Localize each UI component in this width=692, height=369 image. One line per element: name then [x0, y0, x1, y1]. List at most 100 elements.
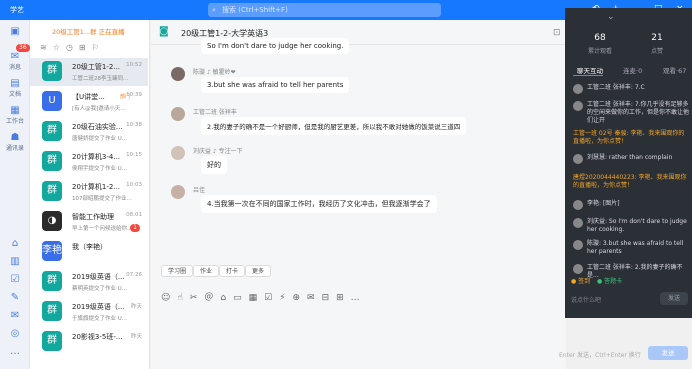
search-placeholder: 搜索 (Ctrl+Shift+F) — [222, 6, 288, 14]
action-label: 答题卡 — [604, 278, 623, 285]
live-message-text: 李艳: [图片] — [587, 200, 620, 207]
conversation-avatar: 群 — [42, 151, 62, 171]
rail-label: 消息 — [8, 64, 21, 71]
conversation-item[interactable]: 群 20计算机3-4... 侯翔宇提交了作业 U... 10:15 — [30, 148, 148, 176]
conversation-time: 昨天 — [130, 304, 142, 310]
live-message-text: 刘慧慧: rather than complain — [587, 154, 673, 161]
left-rail: ▣ 36 ✉ 消息 ▤ 文档 ▦ 工作台 ☗ 通讯录 ⌂ ▥ ☑ ✎ ✉ ◎ … — [0, 20, 30, 369]
rail-more[interactable]: … — [0, 346, 30, 357]
avatar[interactable] — [171, 146, 185, 160]
sender-name: 陈璇 ♪ 敏霍岭❤ — [193, 69, 236, 76]
rail-label: 工作台 — [5, 118, 24, 125]
conversation-avatar: 群 — [42, 331, 62, 351]
conversation-preview: 侯翔宇提交了作业 U... — [72, 166, 128, 172]
expand-icon[interactable]: ⌄ — [607, 12, 615, 22]
rail-pin[interactable]: ✎ — [0, 292, 30, 303]
send-button[interactable]: 发送 — [648, 346, 688, 360]
conversation-item[interactable]: 李艳 我（李艳） — [30, 238, 148, 266]
quiz-action[interactable]: ● 答题卡 — [597, 276, 622, 285]
conversation-time: 10:15 — [126, 152, 142, 158]
conversation-preview: [有人@我]邀请小天... — [72, 106, 126, 112]
conversation-name: 2019级英语（... — [72, 273, 125, 281]
conversation-name: 20级石油实验... — [72, 123, 123, 131]
message-bubble: 3.but she was afraid to tell her parents — [201, 77, 350, 93]
quick-action-homework[interactable]: 作业 — [193, 265, 220, 277]
avatar[interactable] — [573, 264, 583, 274]
rail-tasks[interactable]: ☑ — [0, 274, 30, 285]
live-message-text: 陈璇: 3.but she was afraid to tell her par… — [587, 240, 684, 255]
rail-apps[interactable]: ◎ — [0, 328, 30, 339]
sender-name: 工管二班 张祥丰 — [193, 109, 237, 116]
conversation-item[interactable]: 群 2019级英语（... 蔡明英提交了作业 U... 07:26 — [30, 268, 148, 296]
more-icon: … — [10, 346, 20, 357]
tab-mic[interactable]: 连麦·0 — [623, 65, 642, 75]
user-avatar[interactable]: ▣ — [0, 26, 30, 37]
tab-viewers[interactable]: 观看·67 — [663, 65, 686, 75]
live-message-text: 工管一班 02号 秦骏: 李艳、我来围观你的直播啦，为你点赞！ — [573, 130, 685, 145]
conversation-item[interactable]: U 【U讲堂... [有人@我]邀请小天... 10:39 部门 — [30, 88, 148, 116]
conversation-name: 20影视3-5班-... — [72, 333, 123, 341]
conversation-item[interactable]: 群 20影视3-5班-... 昨天 — [30, 328, 148, 356]
rail-mail[interactable]: ✉ — [0, 310, 30, 321]
grid-icon: ▦ — [10, 105, 20, 116]
conversation-avatar: 群 — [42, 61, 62, 81]
sender-name: 刘庆益 ♪ 专注一下 — [193, 148, 243, 155]
unread-badge: 1 — [130, 224, 140, 232]
rail-contacts[interactable]: ☗ 通讯录 — [0, 132, 30, 152]
chat-info-icon[interactable]: ⊡ — [553, 28, 561, 38]
avatar[interactable] — [171, 107, 185, 121]
avatar[interactable] — [573, 84, 583, 94]
conversation-list: 20级工管1...群 正在直播 ≋☆◷⊞⚐ 群 20级工管1-2... 工管二班28… — [30, 20, 150, 369]
avatar[interactable] — [573, 200, 583, 210]
conversation-preview: 唐健娇提交了作业 U... — [72, 136, 128, 142]
avatar[interactable] — [573, 154, 583, 164]
live-ticker[interactable]: 20级工管1...群 正在直播 — [30, 25, 150, 39]
live-chat-input[interactable]: 说点什么吧 — [571, 295, 601, 304]
message-bubble: 4.当我第一次在不同的国家工作时，我经历了文化冲击，但我逐渐学会了 — [201, 195, 437, 213]
conversation-time: 08:01 — [126, 212, 142, 218]
tab-chat[interactable]: 聊天互动 — [577, 65, 603, 75]
message-bubble: So I'm don't dare to judge her cooking. — [201, 38, 350, 54]
rail-docs[interactable]: ▤ 文档 — [0, 78, 30, 98]
search-icon: ⌕ — [212, 6, 216, 14]
avatar[interactable] — [573, 218, 583, 228]
rail-calendar[interactable]: ▥ — [0, 256, 30, 267]
signin-action[interactable]: ● 签到 — [571, 276, 590, 285]
quick-action-checkin[interactable]: 打卡 — [219, 265, 246, 277]
conversation-avatar: 李艳 — [42, 241, 62, 261]
stat-label: 累计观看 — [587, 48, 612, 55]
live-panel: ⌄ 68 累计观看 21 点赞 聊天互动 连麦·0 观看·67 工管二班 张祥丰: … — [565, 8, 692, 318]
avatar[interactable] — [171, 67, 185, 81]
avatar[interactable] — [171, 185, 185, 199]
conversation-avatar: U — [42, 91, 62, 111]
conversation-item[interactable]: ◑ 智能工作助理 早上第一个问候送给你... 08:01 1 — [30, 208, 148, 236]
conversation-avatar: 群 — [42, 181, 62, 201]
mail-icon: ✉ — [10, 310, 20, 321]
search-input[interactable]: ⌕ 搜索 (Ctrl+Shift+F) — [208, 3, 441, 17]
conversation-avatar: ◑ — [42, 211, 62, 231]
send-hint: Enter 发送，Ctrl+Enter 换行 — [559, 352, 641, 359]
input-toolbar[interactable]: ☺☝✂＠⌂▭▦☑⚡⊕✉⊟⊞… — [161, 290, 441, 303]
avatar[interactable] — [573, 101, 583, 111]
stat-likes: 21 点赞 — [627, 33, 687, 55]
quick-action-more[interactable]: 更多 — [245, 265, 272, 277]
live-send-button[interactable]: 发送 — [660, 292, 688, 305]
conversation-item[interactable]: 群 20级石油实验... 唐健娇提交了作业 U... 10:38 — [30, 118, 148, 146]
conversation-item[interactable]: 群 2019级英语（... 于旗旗提交了作业 U... 昨天 — [30, 298, 148, 326]
avatar[interactable] — [573, 240, 583, 250]
quick-action-study[interactable]: 学习圈 — [161, 265, 194, 277]
message-bubble: 2.我的妻子的确不是一个好厨师，但是我的厨艺更差，所以我不敢对她做的饭菜说三道四 — [201, 117, 467, 135]
conversation-name: 我（李艳） — [72, 243, 107, 251]
rail-home[interactable]: ⌂ — [0, 238, 30, 249]
filter-icons[interactable]: ≋☆◷⊞⚐ — [40, 43, 105, 52]
apps-icon: ◎ — [10, 328, 20, 339]
conversation-item[interactable]: 群 20级工管1-2... 工管二班28李玉臻同... 10:52 — [30, 58, 148, 86]
app-name: 学艺 — [10, 6, 24, 14]
conversation-name: 20级工管1-2... — [72, 63, 121, 71]
conversation-preview: 工管二班28李玉臻同... — [72, 76, 129, 82]
message-icon: ✉ — [10, 51, 20, 62]
rail-messages[interactable]: ✉ 消息 — [0, 51, 30, 71]
sender-name: 吕佳 — [193, 187, 206, 194]
rail-workbench[interactable]: ▦ 工作台 — [0, 105, 30, 125]
conversation-item[interactable]: 群 20计算机1-2... 107部昭鹏提交了作业... 10:03 — [30, 178, 148, 206]
